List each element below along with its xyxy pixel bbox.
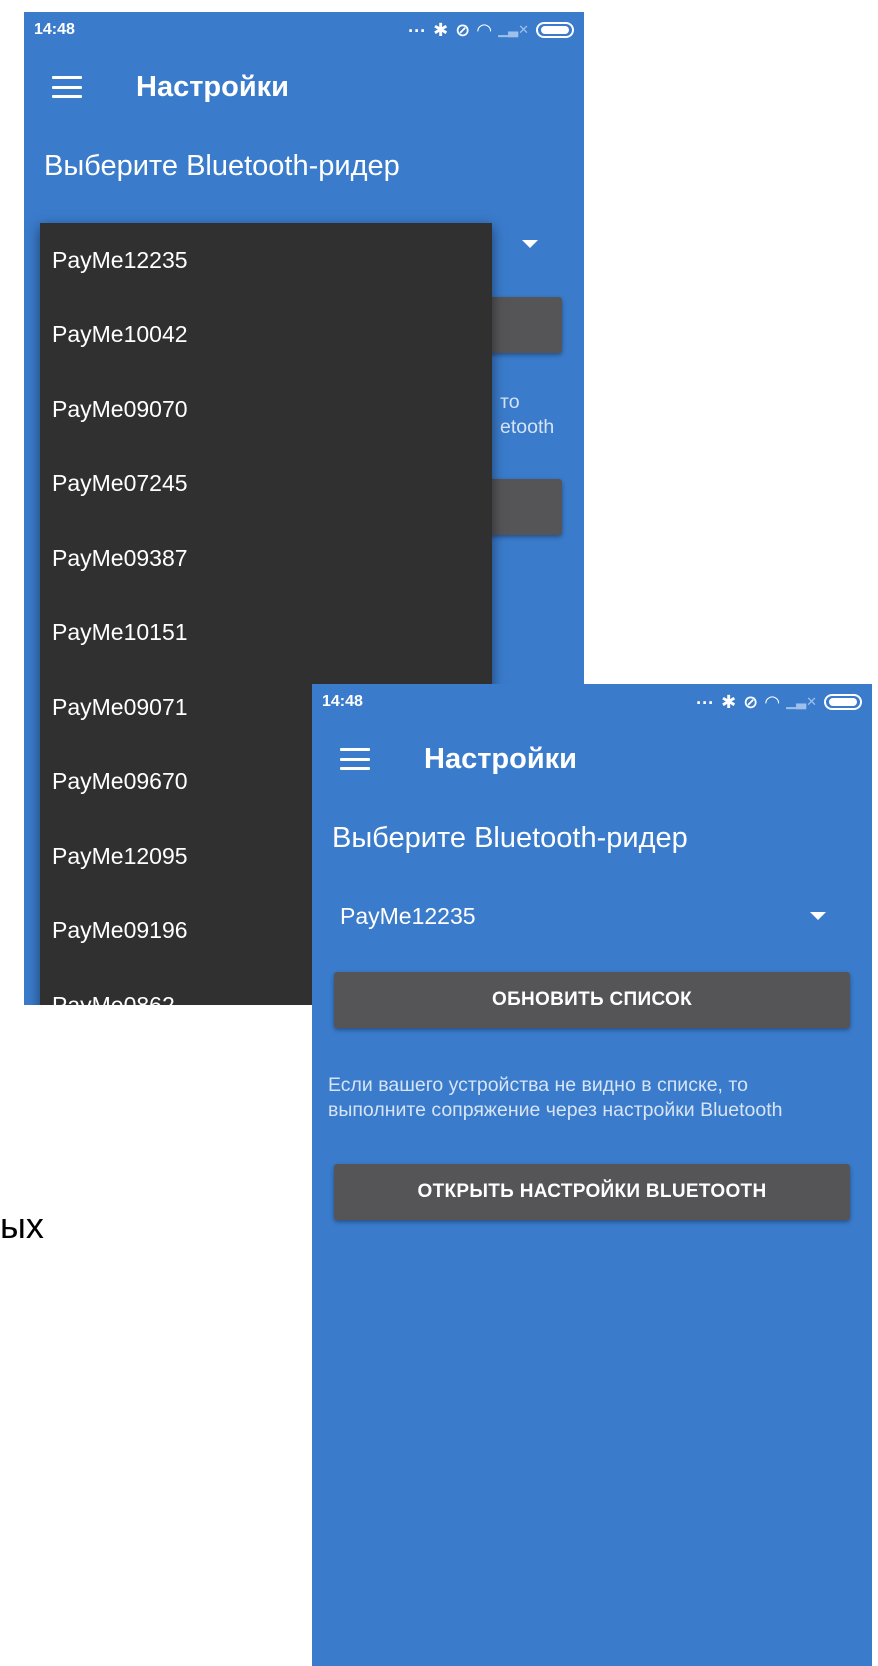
- status-icons: ... ✱ ⊘ ◠ ▁▃✕: [408, 16, 574, 41]
- signal-icon: ▁▃✕: [498, 22, 529, 37]
- battery-icon: [824, 694, 862, 710]
- status-time: 14:48: [322, 693, 363, 710]
- open-bluetooth-settings-button[interactable]: ОТКРЫТЬ НАСТРОЙКИ BLUETOOTH: [334, 1164, 850, 1220]
- hint-partial-line: то: [500, 391, 520, 413]
- dropdown-option[interactable]: PayMe09387: [40, 521, 492, 596]
- bluetooth-icon: ✱: [433, 19, 449, 40]
- pairing-hint: Если вашего устройства не видно в списке…: [328, 1073, 858, 1123]
- hint-partial-line: etooth: [500, 416, 555, 438]
- battery-icon: [536, 22, 574, 38]
- reader-spinner-value: PayMe12235: [340, 902, 476, 929]
- pairing-hint-line: Если вашего устройства не видно в списке…: [328, 1074, 748, 1096]
- screen-settings: 14:48 ... ✱ ⊘ ◠ ▁▃✕ Настройки Выберите B…: [312, 684, 872, 1666]
- dropdown-option[interactable]: PayMe12235: [40, 223, 492, 298]
- chevron-down-icon: [522, 240, 538, 248]
- dropdown-option[interactable]: PayMe07245: [40, 447, 492, 522]
- app-bar: Настройки: [24, 48, 584, 126]
- app-bar: Настройки: [312, 720, 872, 798]
- reader-select-label: Выберите Bluetooth-ридер: [332, 822, 688, 854]
- menu-icon[interactable]: [52, 76, 82, 98]
- page-title: Настройки: [424, 742, 578, 775]
- vibrate-off-icon: ⊘: [743, 691, 759, 712]
- pairing-hint-line: выполните сопряжение через настройки Blu…: [328, 1099, 783, 1121]
- more-notifications-icon: ...: [696, 687, 715, 708]
- hint-partial: то etooth: [500, 390, 554, 440]
- refresh-list-button[interactable]: ОБНОВИТЬ СПИСОК: [334, 972, 850, 1028]
- status-icons: ... ✱ ⊘ ◠ ▁▃✕: [696, 688, 862, 713]
- status-bar: 14:48 ... ✱ ⊘ ◠ ▁▃✕: [24, 12, 584, 48]
- bluetooth-icon: ✱: [721, 691, 737, 712]
- status-time: 14:48: [34, 21, 75, 38]
- signal-icon: ▁▃✕: [786, 694, 817, 709]
- dropdown-option[interactable]: PayMe09070: [40, 372, 492, 447]
- chevron-down-icon: [810, 912, 826, 920]
- background-text-fragment: ых: [0, 1205, 44, 1246]
- dropdown-option[interactable]: PayMe10151: [40, 596, 492, 671]
- reader-select-label: Выберите Bluetooth-ридер: [44, 150, 400, 182]
- dropdown-option[interactable]: PayMe10042: [40, 298, 492, 373]
- menu-icon[interactable]: [340, 748, 370, 770]
- status-bar: 14:48 ... ✱ ⊘ ◠ ▁▃✕: [312, 684, 872, 720]
- reader-spinner[interactable]: PayMe12235: [332, 888, 852, 944]
- page-title: Настройки: [136, 70, 290, 103]
- vibrate-off-icon: ⊘: [455, 19, 471, 40]
- more-notifications-icon: ...: [408, 15, 427, 36]
- wifi-icon: ◠: [765, 691, 780, 712]
- wifi-icon: ◠: [477, 19, 492, 40]
